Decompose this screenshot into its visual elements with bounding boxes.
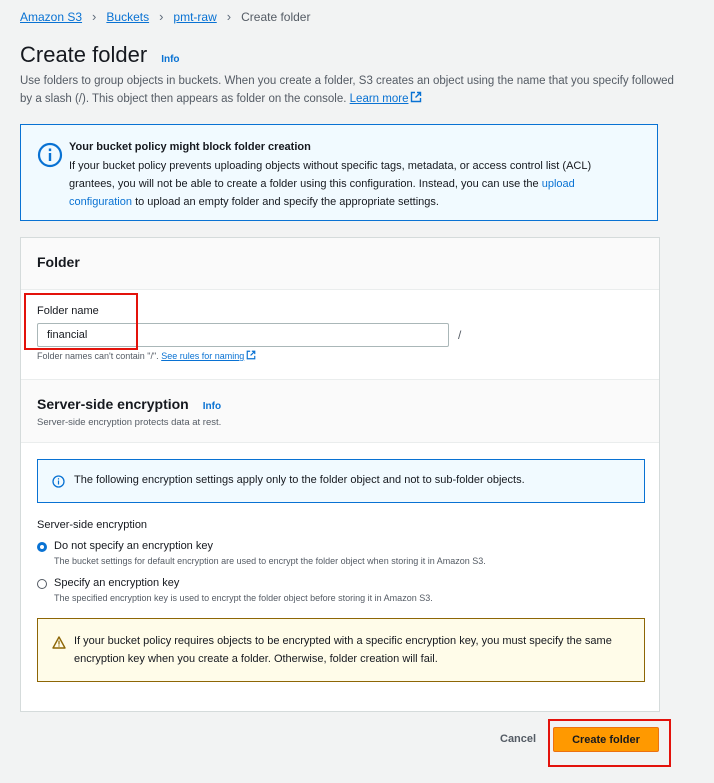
encryption-header: Server-side encryption Info Server-side … bbox=[21, 379, 659, 443]
folder-suffix: / bbox=[458, 328, 462, 342]
info-circle-icon bbox=[52, 475, 65, 488]
folder-panel: Folder Folder name / Folder names can't … bbox=[20, 237, 660, 712]
info-link[interactable]: Info bbox=[161, 54, 179, 65]
folder-heading: Folder bbox=[37, 254, 80, 270]
encryption-info-link[interactable]: Info bbox=[203, 401, 221, 412]
naming-rules-label: See rules for naming bbox=[161, 351, 245, 361]
radio-label: Do not specify an encryption key bbox=[54, 540, 213, 552]
breadcrumb-current: Create folder bbox=[241, 9, 311, 24]
warning-icon bbox=[52, 636, 66, 649]
folder-name-hint: Folder names can't contain "/". See rule… bbox=[37, 350, 256, 361]
encryption-warning-text: If your bucket policy requires objects t… bbox=[74, 635, 612, 665]
policy-alert-title: Your bucket policy might block folder cr… bbox=[69, 141, 311, 153]
policy-alert: Your bucket policy might block folder cr… bbox=[20, 124, 658, 221]
policy-alert-text-end: to upload an empty folder and specify th… bbox=[135, 196, 439, 208]
folder-panel-header: Folder bbox=[21, 238, 659, 290]
radio-description: The specified encryption key is used to … bbox=[54, 593, 433, 603]
policy-alert-text: If your bucket policy prevents uploading… bbox=[69, 160, 592, 190]
page-description-text: Use folders to group objects in buckets.… bbox=[20, 75, 674, 105]
cancel-button[interactable]: Cancel bbox=[500, 733, 536, 745]
info-circle-icon bbox=[37, 142, 63, 168]
page-title: Create folder Info bbox=[20, 42, 180, 68]
encryption-heading: Server-side encryption Info bbox=[37, 396, 221, 412]
learn-more-label: Learn more bbox=[349, 93, 409, 105]
create-folder-button[interactable]: Create folder bbox=[553, 727, 659, 752]
folder-name-hint-text: Folder names can't contain "/". bbox=[37, 351, 159, 361]
chevron-right-icon: › bbox=[92, 9, 97, 24]
policy-alert-body: If your bucket policy prevents uploading… bbox=[69, 157, 639, 211]
encryption-subtitle: Server-side encryption protects data at … bbox=[37, 417, 222, 428]
radio-label: Specify an encryption key bbox=[54, 577, 180, 589]
external-link-icon bbox=[411, 91, 422, 103]
breadcrumb: Amazon S3 › Buckets › pmt-raw › Create f… bbox=[20, 9, 310, 24]
breadcrumb-buckets[interactable]: Buckets bbox=[106, 10, 149, 24]
encryption-heading-text: Server-side encryption bbox=[37, 396, 189, 412]
learn-more-link[interactable]: Learn more bbox=[349, 91, 423, 105]
naming-rules-link[interactable]: See rules for naming bbox=[161, 350, 256, 361]
encryption-group-label: Server-side encryption bbox=[37, 519, 148, 531]
encryption-notice: The following encryption settings apply … bbox=[37, 459, 645, 503]
breadcrumb-bucket[interactable]: pmt-raw bbox=[173, 10, 216, 24]
encryption-notice-text: The following encryption settings apply … bbox=[74, 474, 525, 486]
radio-description: The bucket settings for default encrypti… bbox=[54, 556, 486, 566]
folder-name-label: Folder name bbox=[37, 305, 99, 317]
chevron-right-icon: › bbox=[159, 9, 164, 24]
folder-name-input[interactable] bbox=[37, 323, 449, 347]
radio-button[interactable] bbox=[37, 579, 47, 589]
page-title-text: Create folder bbox=[20, 42, 148, 67]
encryption-warning: If your bucket policy requires objects t… bbox=[37, 618, 645, 682]
radio-button-checked[interactable] bbox=[37, 542, 47, 552]
breadcrumb-amazon-s3[interactable]: Amazon S3 bbox=[20, 10, 82, 24]
page-description: Use folders to group objects in buckets.… bbox=[20, 72, 680, 108]
chevron-right-icon: › bbox=[226, 9, 232, 24]
external-link-icon bbox=[246, 350, 256, 360]
